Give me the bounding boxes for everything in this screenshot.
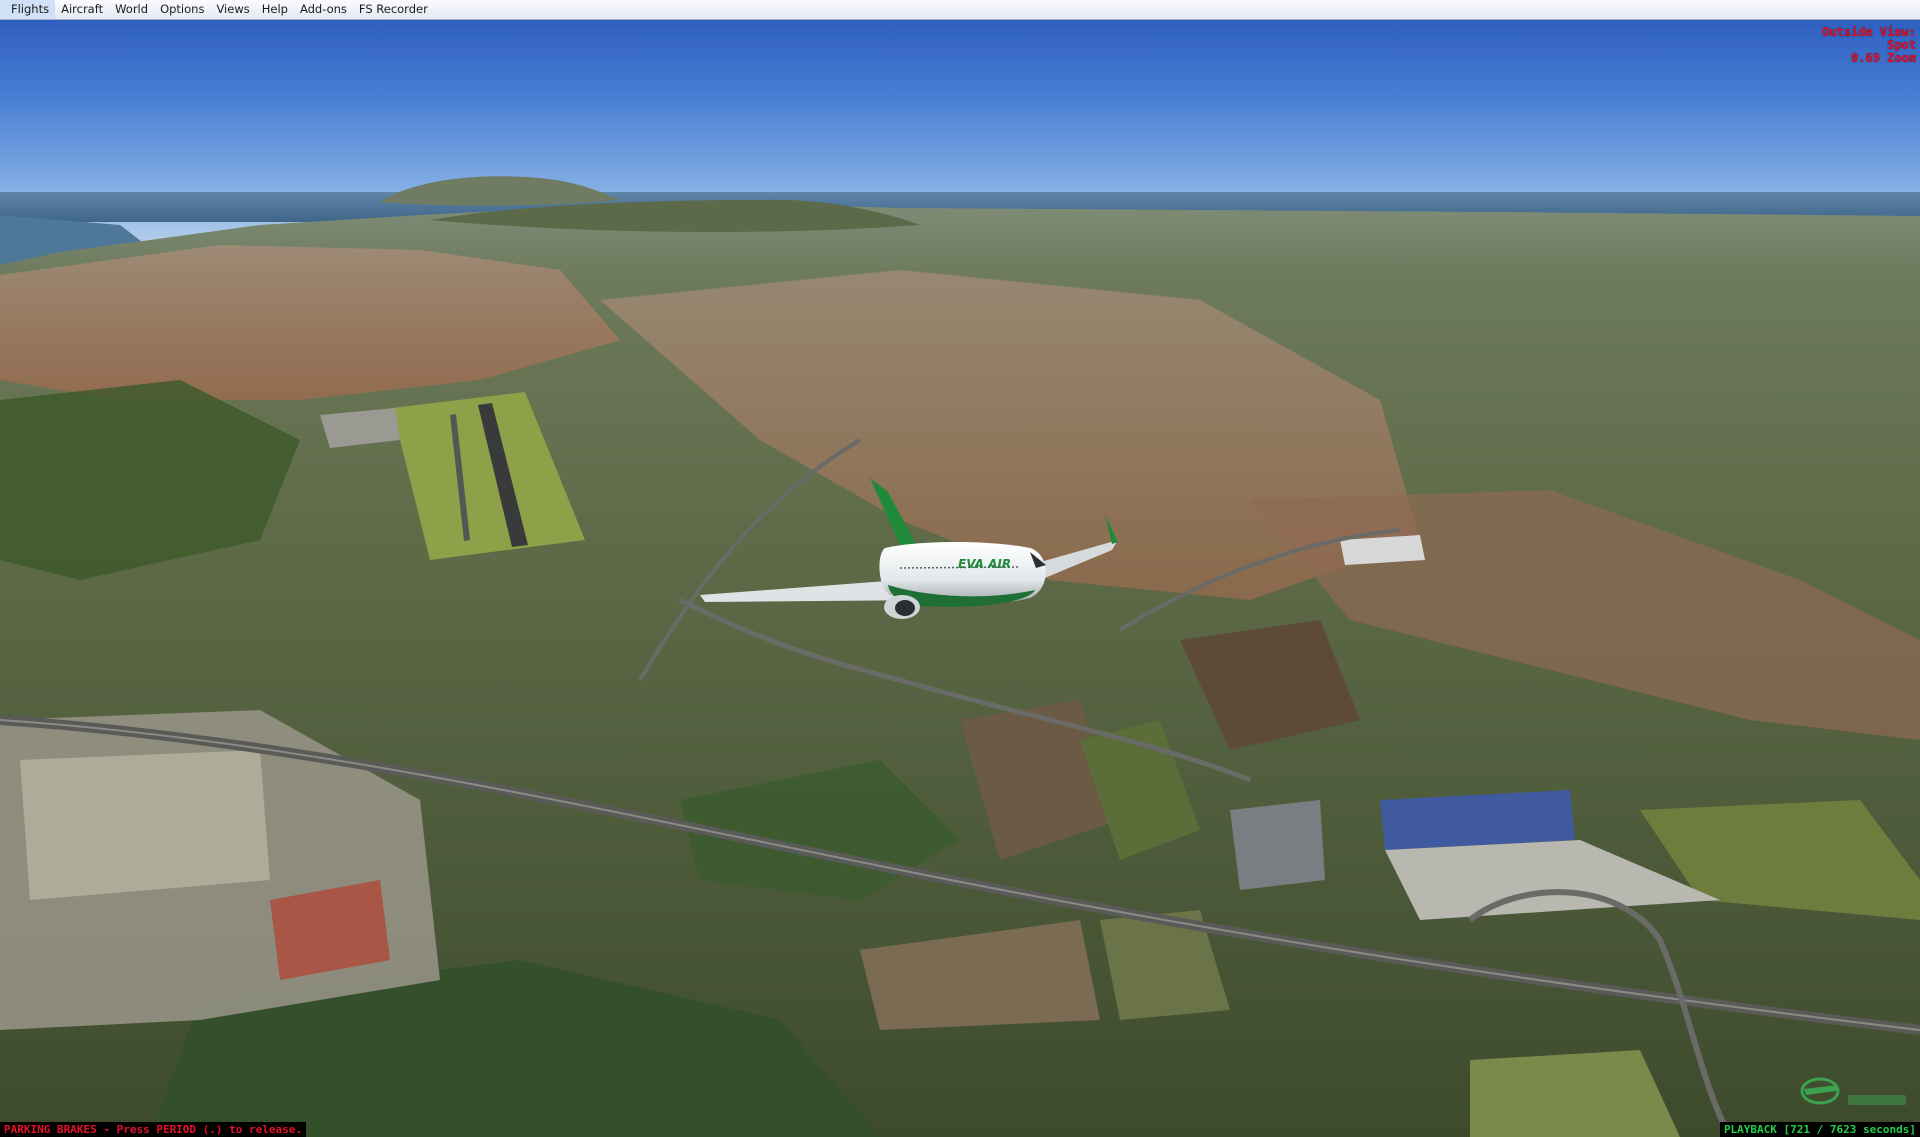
simulation-view[interactable]: EVA AIR xyxy=(0,20,1920,1137)
aircraft-engine-intake xyxy=(895,600,915,616)
menu-fs-recorder[interactable]: FS Recorder xyxy=(353,0,434,19)
warehouse-grey xyxy=(1230,800,1325,890)
menu-help[interactable]: Help xyxy=(256,0,294,19)
warehouses xyxy=(20,750,270,900)
aircraft-livery: EVA AIR xyxy=(958,557,1011,571)
flight-simulator-window: Flights Aircraft World Options Views Hel… xyxy=(0,0,1920,1137)
menu-aircraft[interactable]: Aircraft xyxy=(55,0,109,19)
island xyxy=(380,176,620,206)
terrain: EVA AIR xyxy=(0,176,1920,1137)
view-info: Outside View: Spot 0.69 Zoom xyxy=(1822,26,1916,65)
store-roof xyxy=(1380,790,1575,850)
menu-add-ons[interactable]: Add-ons xyxy=(294,0,353,19)
parking-brake-message: PARKING BRAKES - Press PERIOD (.) to rel… xyxy=(0,1122,307,1137)
menu-bar: Flights Aircraft World Options Views Hel… xyxy=(0,0,1920,20)
watermark-logo xyxy=(1800,1077,1906,1105)
white-building xyxy=(1340,535,1425,565)
menu-flights[interactable]: Flights xyxy=(0,0,56,19)
playback-status: PLAYBACK [721 / 7623 seconds] xyxy=(1719,1122,1920,1137)
menu-options[interactable]: Options xyxy=(154,0,210,19)
view-info-zoom: 0.69 Zoom xyxy=(1850,51,1916,65)
menu-views[interactable]: Views xyxy=(210,0,255,19)
menu-world[interactable]: World xyxy=(109,0,154,19)
